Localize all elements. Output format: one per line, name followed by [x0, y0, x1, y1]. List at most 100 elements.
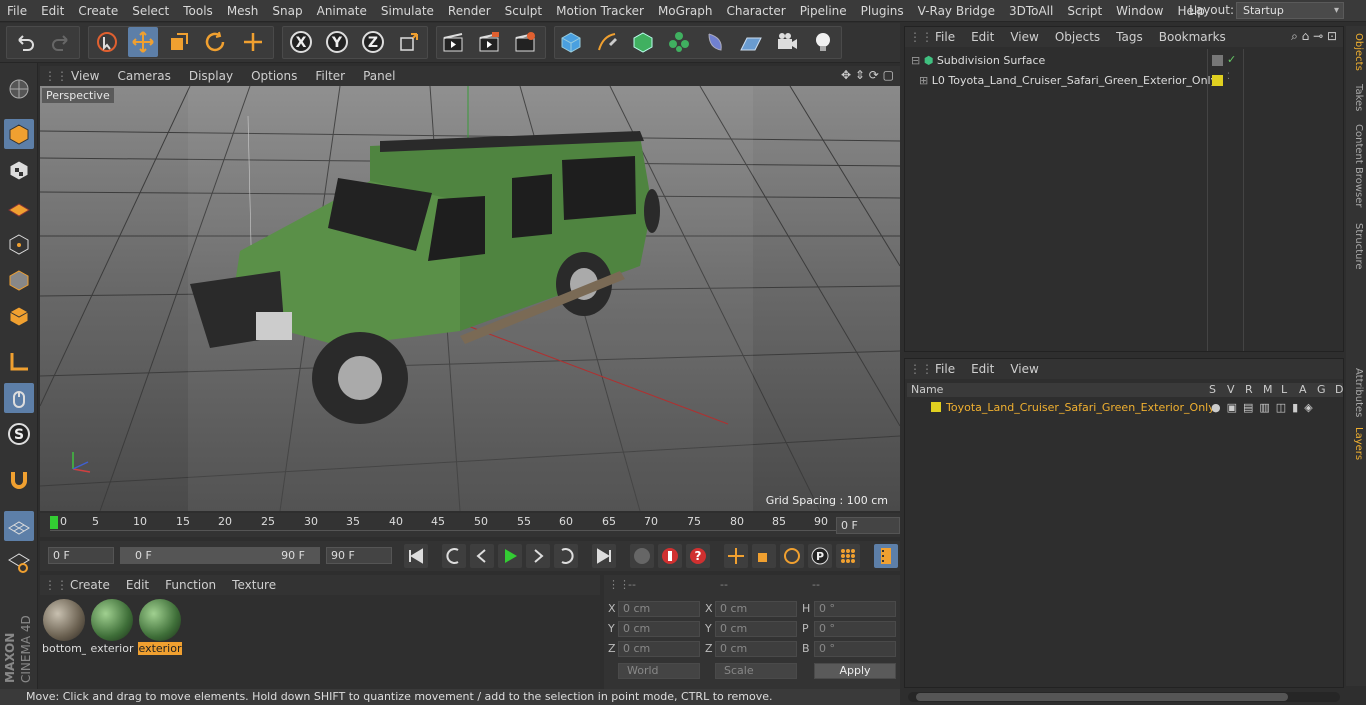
subdivision-button[interactable]	[628, 27, 658, 57]
rotation-b-field[interactable]: 0 °	[814, 641, 896, 657]
menu-character[interactable]: Character	[719, 4, 792, 18]
record-keys-button[interactable]	[630, 544, 654, 568]
current-frame-field[interactable]: 0 F	[836, 517, 900, 534]
layer-col-generators[interactable]: G	[1317, 383, 1326, 396]
material-swatch[interactable]: exterior	[90, 599, 134, 657]
apply-button[interactable]: Apply	[814, 663, 896, 679]
menu-mograph[interactable]: MoGraph	[651, 4, 720, 18]
floor-button[interactable]	[736, 27, 766, 57]
objects-menu-objects[interactable]: Objects	[1047, 30, 1108, 44]
end-frame-field[interactable]: 90 F	[326, 547, 392, 564]
viewport-menu-view[interactable]: View	[62, 69, 108, 83]
soft-selection-button[interactable]: S	[4, 419, 34, 449]
menu-vray-bridge[interactable]: V-Ray Bridge	[911, 4, 1002, 18]
layers-menu-edit[interactable]: Edit	[963, 362, 1002, 376]
size-z-field[interactable]: 0 cm	[715, 641, 797, 657]
render-view-button[interactable]	[438, 27, 468, 57]
position-y-field[interactable]: 0 cm	[618, 621, 700, 637]
menu-simulate[interactable]: Simulate	[374, 4, 441, 18]
layout-select[interactable]: Startup	[1236, 2, 1344, 19]
material-swatch-selected[interactable]: exterior	[138, 599, 182, 657]
viewport-menu-display[interactable]: Display	[180, 69, 242, 83]
viewport-menu-cameras[interactable]: Cameras	[108, 69, 179, 83]
objects-menu-file[interactable]: File	[927, 30, 963, 44]
coord-system-select[interactable]: World	[618, 663, 700, 679]
viewport-menu-filter[interactable]: Filter	[306, 69, 354, 83]
layer-col-name[interactable]: Name	[911, 383, 943, 396]
tab-layers[interactable]: Layers	[1348, 426, 1364, 462]
menu-snap[interactable]: Snap	[265, 4, 309, 18]
menu-pipeline[interactable]: Pipeline	[793, 4, 854, 18]
menu-sculpt[interactable]: Sculpt	[498, 4, 549, 18]
layer-col-manager[interactable]: M	[1263, 383, 1273, 396]
layers-menu-view[interactable]: View	[1002, 362, 1046, 376]
frame-range-slider[interactable]: 0 F 90 F	[120, 547, 320, 564]
objects-menu-edit[interactable]: Edit	[963, 30, 1002, 44]
cube-button[interactable]	[556, 27, 586, 57]
snap-button[interactable]	[4, 465, 34, 495]
render-settings-button[interactable]	[510, 27, 540, 57]
deformer-button[interactable]	[700, 27, 730, 57]
layer-row-name[interactable]: Toyota_Land_Cruiser_Safari_Green_Exterio…	[946, 401, 1215, 414]
key-parameter-button[interactable]: P	[808, 544, 832, 568]
menu-render[interactable]: Render	[441, 4, 498, 18]
model-mode-button[interactable]	[4, 119, 34, 149]
material-menu-function[interactable]: Function	[157, 578, 224, 592]
3d-viewport[interactable]: Perspective Grid Spacing : 100 cm	[40, 86, 900, 511]
enable-axis-button[interactable]	[4, 547, 34, 577]
visibility-toggle-icon[interactable]	[1212, 55, 1223, 66]
layer-col-deformers[interactable]: D	[1335, 383, 1343, 396]
camera-button[interactable]	[772, 27, 802, 57]
light-button[interactable]	[808, 27, 838, 57]
points-mode-button[interactable]	[4, 229, 34, 259]
objects-menu-tags[interactable]: Tags	[1108, 30, 1151, 44]
keyframe-selection-button[interactable]: ?	[686, 544, 710, 568]
position-z-field[interactable]: 0 cm	[618, 641, 700, 657]
objects-search-icons[interactable]: ⌕ ⌂ ⊸ ⊡	[1291, 29, 1337, 44]
key-scale-button[interactable]	[752, 544, 776, 568]
next-key-button[interactable]	[554, 544, 578, 568]
layers-horizontal-scrollbar[interactable]	[908, 692, 1340, 702]
play-button[interactable]	[498, 544, 522, 568]
key-rotation-button[interactable]	[780, 544, 804, 568]
layer-col-solo[interactable]: S	[1209, 383, 1216, 396]
tree-collapse-icon[interactable]: ⊟	[911, 54, 920, 67]
menu-motion-tracker[interactable]: Motion Tracker	[549, 4, 651, 18]
coord-scale-select[interactable]: Scale	[715, 663, 797, 679]
viewport-nav-icons[interactable]: ✥ ⇕ ⟳ ▢	[841, 68, 894, 82]
menu-tools[interactable]: Tools	[176, 4, 220, 18]
coordinate-system-button[interactable]	[394, 27, 424, 57]
redo-button[interactable]	[46, 27, 76, 57]
tab-content-browser[interactable]: Content Browser	[1348, 122, 1364, 210]
timeline-ruler[interactable]: 0 5 10 15 20 25 30 35 40 45 50 55 60 65 …	[40, 513, 900, 537]
auto-key-button[interactable]	[658, 544, 682, 568]
visibility-dots-icon[interactable]: ⁚	[1227, 72, 1230, 82]
live-selection-button[interactable]	[92, 27, 122, 57]
position-x-field[interactable]: 0 cm	[618, 601, 700, 617]
material-swatch[interactable]: bottom_	[42, 599, 86, 657]
menu-animate[interactable]: Animate	[310, 4, 374, 18]
x-axis-button[interactable]: X	[286, 27, 316, 57]
menu-script[interactable]: Script	[1060, 4, 1109, 18]
object-row-toyota[interactable]: ⊞ L0 Toyota_Land_Cruiser_Safari_Green_Ex…	[919, 74, 1217, 87]
recent-tool-button[interactable]	[238, 27, 268, 57]
start-frame-field[interactable]: 0 F	[48, 547, 114, 564]
enabled-check-icon[interactable]: ✓	[1227, 53, 1236, 66]
edges-mode-button[interactable]	[4, 265, 34, 295]
tab-objects[interactable]: Objects	[1348, 30, 1364, 74]
viewport-menu-panel[interactable]: Panel	[354, 69, 404, 83]
scrollbar-thumb[interactable]	[916, 693, 1288, 701]
objects-menu-bookmarks[interactable]: Bookmarks	[1151, 30, 1234, 44]
menu-create[interactable]: Create	[71, 4, 125, 18]
tree-expand-icon[interactable]: ⊞	[919, 74, 928, 87]
size-x-field[interactable]: 0 cm	[715, 601, 797, 617]
texture-mode-button[interactable]	[4, 155, 34, 185]
undo-button[interactable]	[10, 27, 40, 57]
layers-menu-file[interactable]: File	[927, 362, 963, 376]
pen-button[interactable]	[592, 27, 622, 57]
menu-window[interactable]: Window	[1109, 4, 1170, 18]
viewport-camera-label[interactable]: Perspective	[42, 88, 114, 103]
rotate-tool-button[interactable]	[200, 27, 230, 57]
cloner-button[interactable]	[664, 27, 694, 57]
layer-col-animation[interactable]: A	[1299, 383, 1307, 396]
